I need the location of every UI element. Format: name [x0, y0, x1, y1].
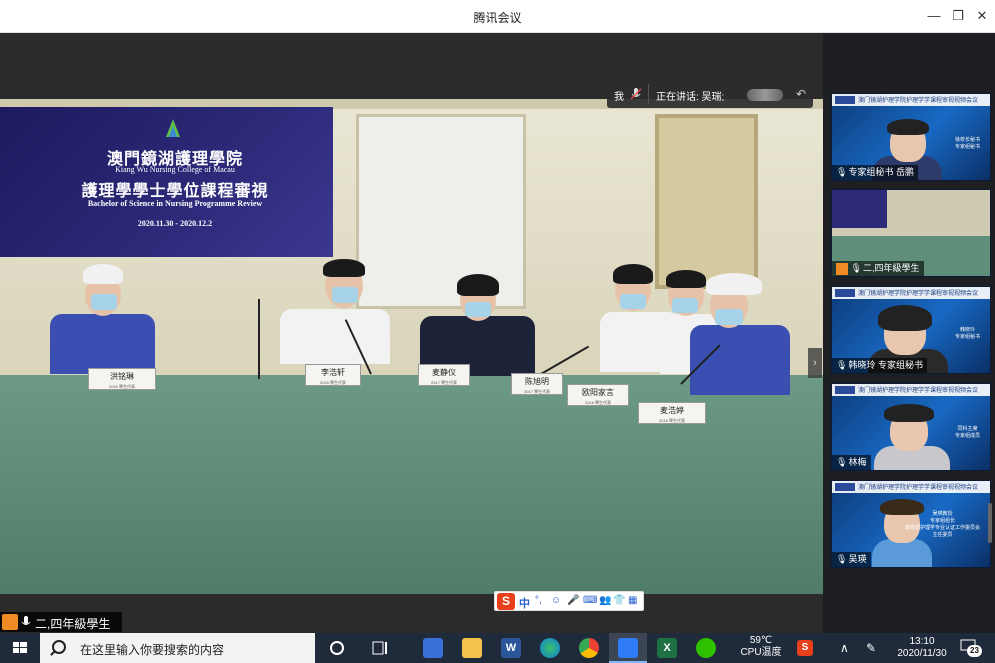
tile-caption: 吴瑛教授 专家组组长 教育部护理学专业认证工作委员会 主任委员	[904, 511, 980, 538]
nameplate: 陈旭明 2017 學生代表	[511, 373, 563, 395]
toolbox-icon[interactable]: ▦	[628, 595, 637, 606]
participant-tile[interactable]: 澳门镜湖护理学院护理学学课程审视视频会议 韩晓玲 专家组秘书 🎙 韩晓玲 专家组秘…	[831, 286, 991, 374]
college-logo-icon	[835, 483, 855, 491]
ime-mode-label[interactable]: 中	[519, 595, 530, 611]
banner-en-title: Kiang Wu Nursing College of Macau	[115, 165, 235, 174]
cpu-temp-value: 59℃	[749, 635, 773, 646]
room-banner	[832, 190, 887, 228]
store-icon[interactable]	[423, 638, 443, 658]
sogou-logo-icon[interactable]: S	[497, 593, 515, 610]
skin-icon[interactable]: 👕	[613, 595, 625, 606]
main-video-area[interactable]: 澳門鏡湖護理學院 Kiang Wu Nursing College of Mac…	[0, 33, 823, 633]
tile-header: 澳门镜湖护理学院护理学学课程审视视频会议	[832, 94, 990, 106]
college-banner: 澳門鏡湖護理學院 Kiang Wu Nursing College of Mac…	[0, 107, 333, 257]
clock-time: 13:10	[909, 636, 935, 647]
participant-tile[interactable]: 澳门镜湖护理学院护理学学课程审视视频会议 同科主席 专家组成员 🎙 林梅	[831, 383, 991, 471]
close-button[interactable]: ✕	[971, 6, 993, 26]
microphone	[258, 299, 260, 379]
chrome-icon[interactable]	[579, 638, 599, 658]
system-clock[interactable]: 13:10 2020/11/30	[893, 636, 951, 660]
cortana-icon[interactable]	[330, 641, 344, 655]
divider	[648, 84, 649, 104]
speaking-indicator: 我 正在讲话: 吴瑞; ↶	[607, 80, 813, 108]
voice-input-icon[interactable]: 🎤	[567, 595, 579, 606]
search-placeholder[interactable]: 在这里输入你要搜索的内容	[80, 641, 224, 658]
excel-icon[interactable]: X	[657, 638, 677, 658]
taskbar-search[interactable]: 在这里输入你要搜索的内容	[40, 633, 315, 663]
college-logo-icon	[835, 386, 855, 394]
tile-header: 澳门镜湖护理学院护理学学课程审视视频会议	[832, 287, 990, 299]
tile-caption: 同科主席 专家组成员	[954, 426, 980, 439]
participant-name: 🎙 吴瑛	[832, 552, 871, 567]
edge-icon[interactable]	[540, 638, 560, 658]
keyboard-icon[interactable]: ⌨	[583, 595, 597, 606]
mic-icon	[21, 616, 31, 625]
participant-tile[interactable]: 澳门镜湖护理学院护理学学课程审视视频会议 徐校长秘书 专家组秘书 🎙 专家组秘书 …	[831, 93, 991, 181]
tray-expand-icon[interactable]: ∧	[840, 641, 849, 655]
notification-count: 23	[967, 645, 982, 657]
participant-tile[interactable]: 🎙 二,四年級學生	[831, 189, 991, 277]
nameplate: 李浩轩 2016 學生代表	[305, 364, 361, 386]
ime-toolbar[interactable]: S 中 °, ☺ 🎤 ⌨ 👥 👕 ▦	[494, 591, 644, 611]
minimize-button[interactable]: —	[923, 6, 945, 26]
tencent-meeting-icon	[618, 638, 638, 658]
main-video-name-tag: 二,四年級學生	[0, 612, 122, 632]
participant-name: 🎙 二,四年級學生	[832, 261, 924, 276]
word-icon[interactable]: W	[501, 638, 521, 658]
nameplate: 麦浩婷 2018 學生代表	[638, 402, 706, 424]
pen-icon[interactable]: ✎	[866, 641, 876, 655]
tile-caption: 韩晓玲 专家组秘书	[954, 327, 980, 340]
tile-header: 澳门镜湖护理学院护理学学课程审视视频会议	[832, 384, 990, 396]
tile-header: 澳门镜湖护理学院护理学学课程审视视频会议	[832, 481, 990, 493]
me-label: 我	[614, 92, 624, 103]
mic-icon[interactable]	[629, 87, 643, 101]
speaking-label: 正在讲话: 吴瑞;	[656, 92, 725, 103]
panel-scrollbar[interactable]	[988, 503, 992, 543]
collapse-side-panel-button[interactable]: ›	[808, 348, 822, 378]
college-logo-icon	[166, 119, 180, 137]
notification-center-icon[interactable]: 23	[960, 639, 982, 657]
main-video-frame: 澳門鏡湖護理學院 Kiang Wu Nursing College of Mac…	[0, 99, 823, 594]
clock-date: 2020/11/30	[897, 648, 947, 659]
file-explorer-icon[interactable]	[462, 638, 482, 658]
title-bar: 腾讯会议 — ❐ ✕	[0, 0, 995, 33]
windows-taskbar: 在这里输入你要搜索的内容 W X 59℃ CPU温度 S ∧ ✎ 13:10 2…	[0, 633, 995, 663]
blurred-names	[747, 89, 783, 101]
users-icon[interactable]: 👥	[599, 595, 611, 606]
window-title: 腾讯会议	[473, 11, 522, 25]
participant-name: 🎙 韩晓玲 专家组秘书	[832, 358, 928, 373]
banner-dates: 2020.11.30 - 2020.12.2	[137, 219, 213, 228]
cpu-temperature[interactable]: 59℃ CPU温度	[736, 635, 786, 659]
banner-en-subtitle: Bachelor of Science in Nursing Programme…	[87, 199, 263, 208]
nameplate: 洪铭琳 2016 學生代表	[88, 368, 156, 390]
cpu-temp-label: CPU温度	[740, 647, 782, 658]
nameplate: 麦静仪 2017 學生代表	[418, 364, 470, 386]
main-video-name: 二,四年級學生	[35, 617, 111, 631]
door	[655, 114, 758, 289]
search-icon	[52, 640, 66, 654]
task-view-icon[interactable]	[370, 638, 390, 658]
wechat-icon[interactable]	[696, 638, 716, 658]
restore-button[interactable]: ❐	[947, 6, 969, 26]
return-icon[interactable]: ↶	[791, 84, 811, 104]
banner-cn-subtitle: 護理學學士學位課程審視	[81, 181, 269, 200]
college-logo-icon	[835, 289, 855, 297]
sogou-tray-icon[interactable]: S	[797, 640, 813, 656]
participant-panel: 澳门镜湖护理学院护理学学课程审视视频会议 徐校长秘书 专家组秘书 🎙 专家组秘书 …	[823, 33, 995, 633]
windows-start-icon[interactable]	[0, 633, 40, 663]
user-avatar-icon	[2, 614, 18, 630]
nameplate: 欧阳家言 2018 學生代表	[567, 384, 629, 406]
participant-name: 🎙 专家组秘书 岳鹏	[832, 165, 919, 180]
participant-tile[interactable]: 澳门镜湖护理学院护理学学课程审视视频会议 吴瑛教授 专家组组长 教育部护理学专业认证…	[831, 480, 991, 568]
punctuation-icon[interactable]: °,	[535, 595, 542, 606]
tile-caption: 徐校长秘书 专家组秘书	[954, 137, 980, 150]
participant-name: 🎙 林梅	[832, 455, 871, 470]
college-logo-icon	[835, 96, 855, 104]
whiteboard	[356, 114, 526, 309]
emoji-icon[interactable]: ☺	[551, 595, 561, 606]
